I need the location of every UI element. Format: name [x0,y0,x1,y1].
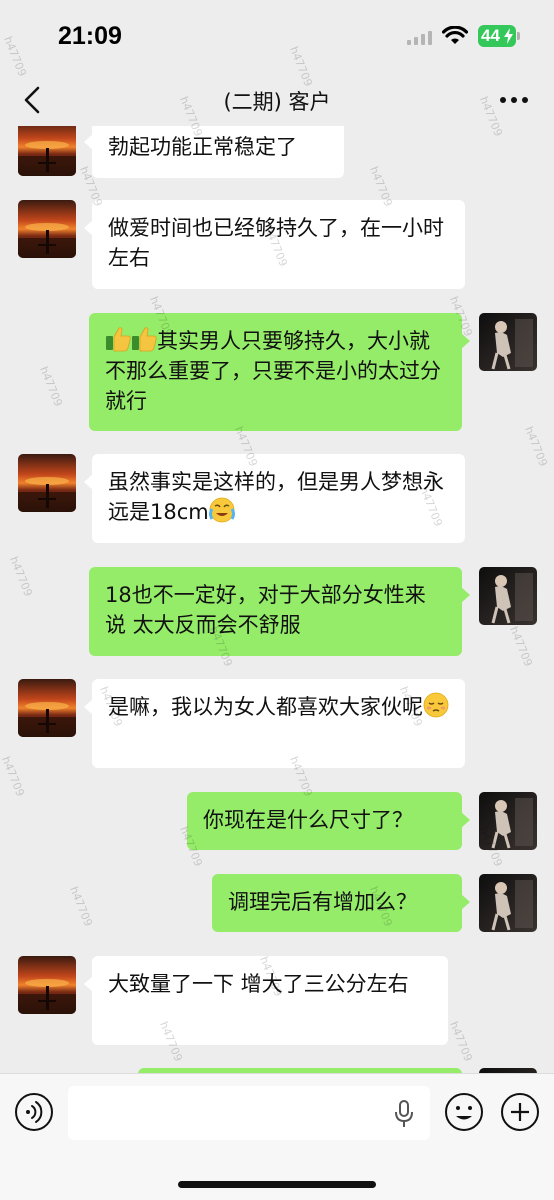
contact-avatar[interactable] [18,679,76,737]
battery-tip [517,32,520,40]
message-bubble-outgoing[interactable]: 调理完后有增加么？ [212,874,470,932]
chat-messages[interactable]: 勃起功能正常稳定了 做爱时间也已经够持久了，在一小时左右 其实男人只要够持久，大… [0,126,554,1073]
message-text: 18也不一定好，对于大部分女性来说 太大反而会不舒服 [105,583,426,637]
message-bubble-incoming[interactable]: 虽然事实是这样的，但是男人梦想永远是18cm [84,454,465,543]
home-indicator [178,1181,376,1188]
crying-face-icon [208,497,235,523]
charging-bolt-icon [504,28,513,44]
thumbs-up-icon [105,327,131,352]
message-text: 调理完后有增加么？ [228,890,417,914]
more-icon[interactable] [498,88,530,112]
message-input[interactable] [68,1086,430,1140]
message-bubble-outgoing[interactable]: 你现在是什么尺寸了？ [187,792,470,850]
chat-header: (二期) 客户 [0,74,554,126]
message-text: 做爱时间也已经够持久了，在一小时左右 [108,216,444,270]
contact-avatar[interactable] [18,956,76,1014]
message-text: 虽然事实是这样的，但是男人梦想永远是18cm [108,470,444,524]
relieved-face-icon [423,692,449,718]
battery-indicator: 44 [478,25,516,47]
my-avatar[interactable] [479,313,537,371]
voice-icon[interactable] [14,1092,54,1132]
thumbs-up-icon [131,327,157,352]
message-bubble-incoming[interactable]: 做爱时间也已经够持久了，在一小时左右 [84,200,465,289]
message-bubble-incoming[interactable]: 大致量了一下 增大了三公分左右 [84,956,448,1045]
status-bar: 21:09 44 [0,0,554,74]
my-avatar[interactable] [479,792,537,850]
message-bubble-outgoing[interactable]: 18也不一定好，对于大部分女性来说 太大反而会不舒服 [89,567,470,656]
contact-avatar[interactable] [18,454,76,512]
contact-avatar[interactable] [18,126,76,176]
message-text: 你现在是什么尺寸了？ [203,808,413,832]
message-text: 是嘛，我以为女人都喜欢大家伙呢 [108,695,423,719]
chat-title: (二期) 客户 [223,90,331,114]
message-text: 勃起功能正常稳定了 [108,135,297,159]
status-time: 21:09 [58,22,122,50]
battery-level: 44 [481,26,500,45]
message-bubble-incoming[interactable]: 是嘛，我以为女人都喜欢大家伙呢 [84,679,465,768]
my-avatar[interactable] [479,874,537,932]
emoji-icon[interactable] [444,1092,484,1132]
message-bubble-incoming[interactable]: 勃起功能正常稳定了 [84,126,344,178]
plus-icon[interactable] [500,1092,540,1132]
signal-icon [407,31,432,45]
message-bubble-outgoing[interactable]: 其实男人只要够持久，大小就不那么重要了，只要不是小的太过分就行 [89,313,470,431]
microphone-icon[interactable] [392,1100,416,1128]
message-text: 大致量了一下 增大了三公分左右 [108,972,409,996]
wifi-icon [442,26,468,44]
my-avatar[interactable] [479,567,537,625]
contact-avatar[interactable] [18,200,76,258]
